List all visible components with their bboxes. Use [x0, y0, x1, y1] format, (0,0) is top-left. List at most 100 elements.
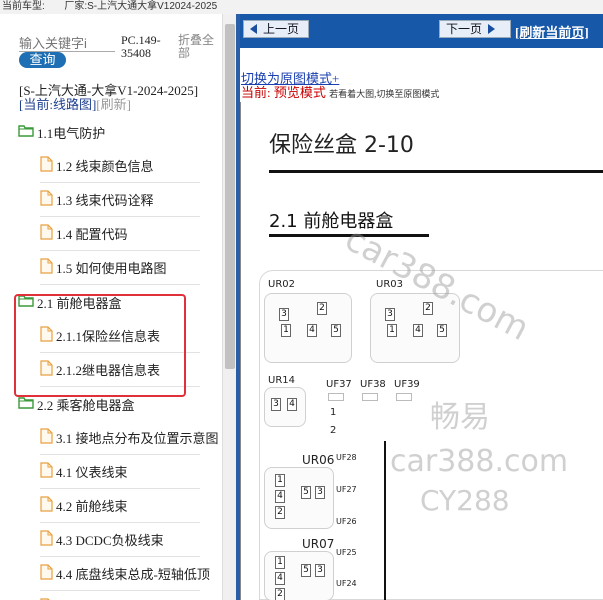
tree-document[interactable]: 1.4 配置代码: [40, 217, 200, 251]
current-location: [当前:线路图][刷新]: [19, 98, 131, 112]
tree-item-label: 3.1 接地点分布及位置示意图: [56, 431, 219, 446]
search-input[interactable]: [19, 36, 115, 52]
pc-code: PC.149-35408: [121, 33, 161, 60]
relay-pin: 3: [271, 398, 281, 411]
fuse-pin: 2: [330, 425, 337, 436]
refresh-current-page-link[interactable]: [刷新当前页]: [515, 22, 589, 41]
book-title: [S-上汽大通-大拿V1-2024-2025]: [19, 83, 199, 98]
relay-pin: 5: [437, 324, 447, 337]
fuse-label-uf28: UF28: [336, 453, 357, 462]
relay-pin: 2: [423, 302, 433, 315]
relay-ur07: 1 4 2 5 3: [264, 551, 334, 600]
fuse-box-diagram: UR02 3 2 1 4 5 UR03 3 2 1 4 5 UR14 3 4 U…: [259, 270, 603, 600]
current-value: 线路图]: [52, 97, 97, 112]
next-page-button[interactable]: 下一页: [439, 20, 511, 38]
document-icon: [40, 563, 53, 584]
fuse-label-uf38: UF38: [360, 379, 386, 390]
left-arrow-icon: [250, 24, 257, 34]
tree-item-label: 1.3 线束代码诠释: [56, 193, 154, 208]
relay-pin: 1: [275, 556, 285, 569]
fuse-label-uf26: UF26: [336, 517, 357, 526]
relay-pin: 4: [287, 398, 297, 411]
tree-item-label: 4.1 仪表线束: [56, 465, 128, 480]
relay-pin: 3: [279, 308, 289, 321]
prev-page-button[interactable]: 上一页: [243, 20, 309, 38]
vehicle-status-bar: 当前车型: 厂家:S-上汽大通大拿V12024-2025: [0, 0, 603, 14]
vehicle-value: 厂家:S-上汽大通大拿V12024-2025: [64, 1, 218, 12]
doc-title-rule: [269, 170, 603, 173]
tree-folder[interactable]: 1.1电气防护: [18, 115, 218, 149]
folder-icon: [18, 124, 34, 141]
relay-pin: 1: [281, 324, 291, 337]
relay-ur06: 1 4 2 5 3: [264, 467, 334, 529]
sidebar-scrollbar-thumb[interactable]: [225, 24, 235, 369]
relay-pin: 4: [275, 490, 285, 503]
relay-label-ur03: UR03: [376, 279, 403, 290]
relay-pin: 4: [413, 324, 423, 337]
preview-mode-status: 当前: 预览模式 若看着大图,切换至原图模式: [241, 82, 439, 101]
preview-hint: 若看着大图,切换至原图模式: [329, 89, 440, 99]
page-nav-bar: 上一页 下一页 [刷新当前页]: [240, 14, 603, 48]
folder-icon: [18, 396, 34, 413]
tree-document[interactable]: 4.5 底盘线束总成-长轴高顶: [40, 591, 200, 600]
tree-document[interactable]: 1.3 线束代码诠释: [40, 183, 200, 217]
document-icon: [40, 155, 53, 176]
relay-pin: 4: [307, 324, 317, 337]
relay-pin: 1: [275, 474, 285, 487]
collapse-all-button[interactable]: 折叠全部: [178, 34, 218, 60]
next-page-label: 下一页: [446, 22, 483, 36]
tree-item-label: 1.4 配置代码: [56, 227, 128, 242]
document-icon: [40, 495, 53, 516]
tree-item-label: 4.3 DCDC负极线束: [56, 533, 164, 548]
fuse-pin: 1: [330, 407, 337, 418]
preview-prefix: 当前:: [241, 85, 271, 100]
main-pane: 上一页 下一页 [刷新当前页] 切换为原图模式+ 当前: 预览模式 若看着大图,…: [240, 14, 603, 600]
fuse-label-uf25: UF25: [336, 548, 357, 557]
bus-line: [384, 441, 386, 600]
relay-pin: 2: [317, 302, 327, 315]
sidebar: 查询 PC.149-35408 折叠全部 [S-上汽大通-大拿V1-2024-2…: [0, 14, 222, 600]
tree-document[interactable]: 4.1 仪表线束: [40, 455, 200, 489]
tree-document[interactable]: 1.5 如何使用电路图: [40, 251, 200, 285]
tree-document[interactable]: 3.1 接地点分布及位置示意图: [40, 421, 219, 455]
tree-item-label: 1.2 线束颜色信息: [56, 159, 154, 174]
relay-pin: 5: [301, 486, 311, 499]
relay-pin: 1: [387, 324, 397, 337]
prev-page-label: 上一页: [263, 22, 300, 36]
document-icon: [40, 461, 53, 482]
tree-document[interactable]: 1.2 线束颜色信息: [40, 149, 200, 183]
document-icon: [40, 223, 53, 244]
relay-pin: 4: [275, 572, 285, 585]
fuse-uf37: [328, 393, 344, 401]
relay-label-ur02: UR02: [268, 279, 295, 290]
document-page: 保险丝盒 2-10 2.1 前舱电器盒 UR02 3 2 1 4 5 UR03 …: [240, 102, 603, 600]
relay-ur03: 3 2 1 4 5: [370, 293, 460, 363]
search-button[interactable]: 查询: [19, 52, 66, 68]
sidebar-refresh-link[interactable]: [刷新]: [96, 97, 131, 112]
tree-document[interactable]: 4.4 底盘线束总成-短轴低顶: [40, 557, 210, 591]
doc-title: 保险丝盒 2-10: [269, 133, 414, 158]
fuse-label-uf39: UF39: [394, 379, 420, 390]
tree-document[interactable]: 4.2 前舱线束: [40, 489, 200, 523]
fuse-label-uf24: UF24: [336, 579, 357, 588]
sidebar-scrollbar[interactable]: [222, 14, 236, 600]
relay-pin: 3: [315, 564, 325, 577]
tree-item-label: 2.2 乘客舱电器盒: [37, 397, 135, 413]
doc-section-rule: [269, 234, 429, 237]
document-icon: [40, 529, 53, 550]
tree-item-label: 4.2 前舱线束: [56, 499, 128, 514]
relay-pin: 3: [385, 308, 395, 321]
relay-pin: 2: [275, 588, 285, 600]
tree-item-label: 1.1电气防护: [37, 125, 106, 141]
relay-pin: 3: [315, 486, 325, 499]
tree-document[interactable]: 4.3 DCDC负极线束: [40, 523, 200, 557]
relay-ur14: 3 4: [264, 387, 306, 427]
document-icon: [40, 189, 53, 210]
relay-label-ur06: UR06: [302, 453, 335, 467]
relay-pin: 5: [331, 324, 341, 337]
document-icon: [40, 257, 53, 278]
current-label: [当前:: [19, 97, 53, 112]
preview-mode: 预览模式: [273, 85, 326, 100]
tree-item-label: 1.5 如何使用电路图: [56, 261, 167, 276]
search-row: 查询 PC.149-35408 折叠全部: [0, 24, 222, 72]
